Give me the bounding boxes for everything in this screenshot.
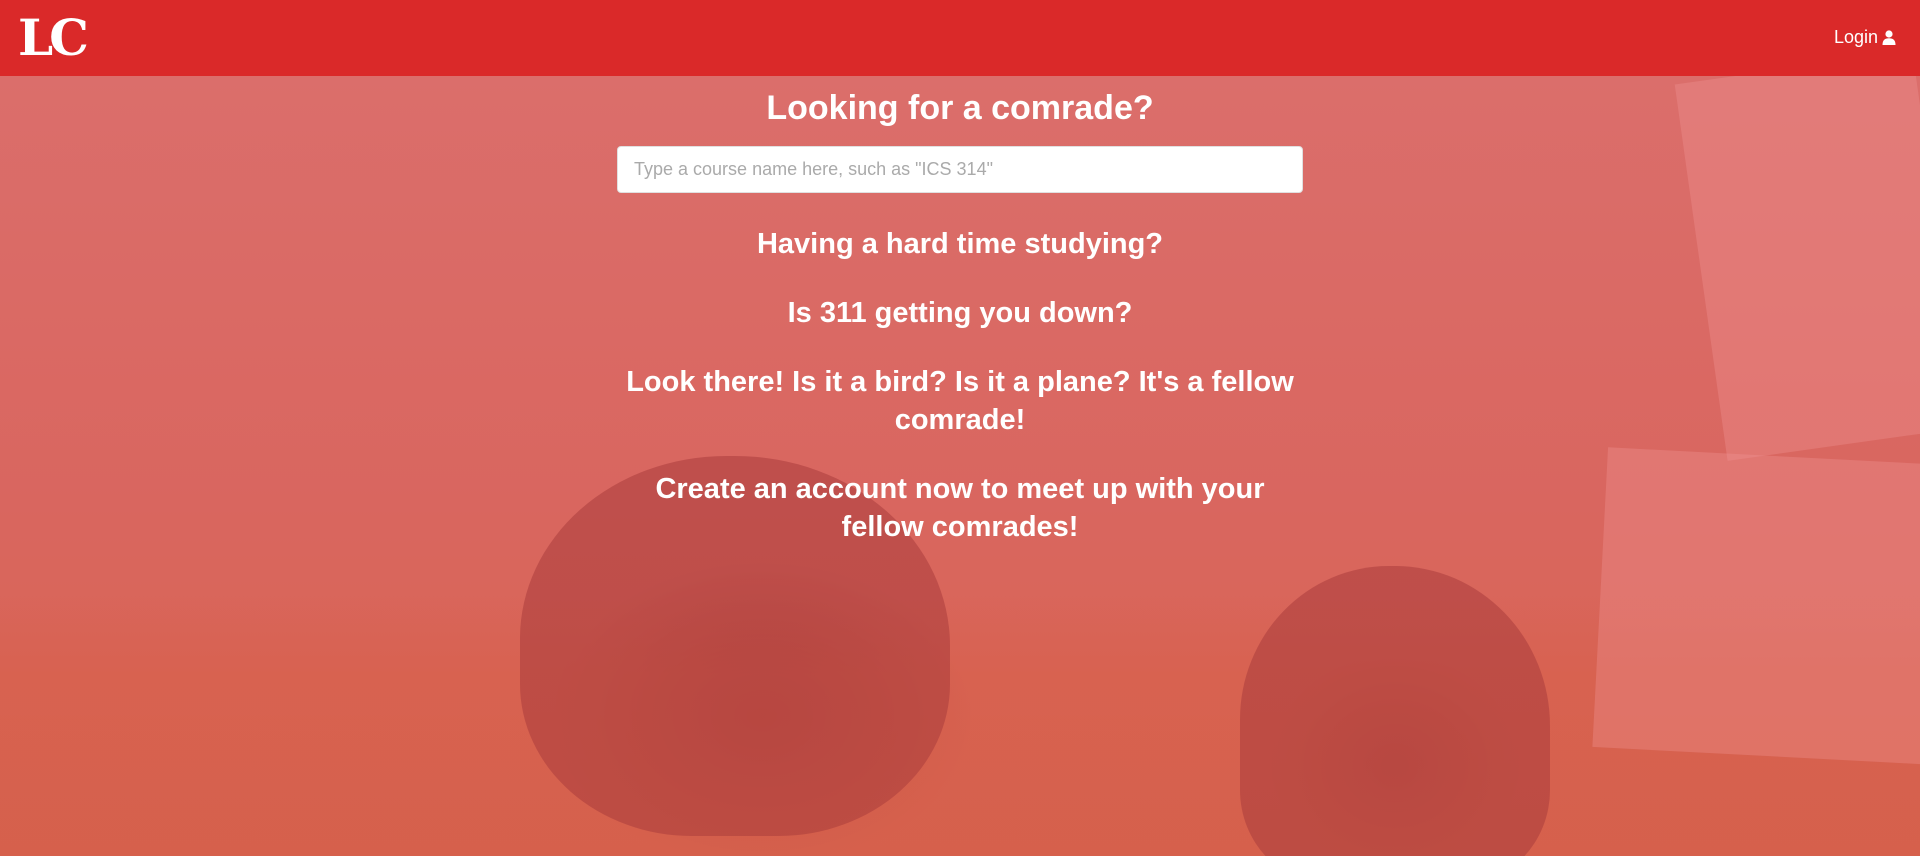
tagline-create-account: Create an account now to meet up with yo… [655, 473, 1265, 543]
login-link[interactable]: Login [1834, 25, 1896, 49]
course-search-input[interactable] [617, 146, 1303, 193]
tagline-311: Is 311 getting you down? [787, 297, 1133, 329]
login-label: Login [1833, 27, 1878, 47]
tagline-fellow-comrade: Look there! Is it a bird? Is it a plane?… [626, 366, 1294, 436]
navbar: LC Login [0, 0, 1920, 76]
site-logo[interactable]: LC [18, 8, 89, 68]
tagline-studying: Having a hard time studying? [756, 228, 1164, 260]
background-poster [1674, 76, 1920, 461]
background-sign [1592, 447, 1920, 765]
page-heading: Looking for a comrade? [766, 89, 1154, 127]
user-icon [1882, 29, 1896, 45]
main-content: Looking for a comrade? Having a hard tim… [617, 76, 1303, 546]
